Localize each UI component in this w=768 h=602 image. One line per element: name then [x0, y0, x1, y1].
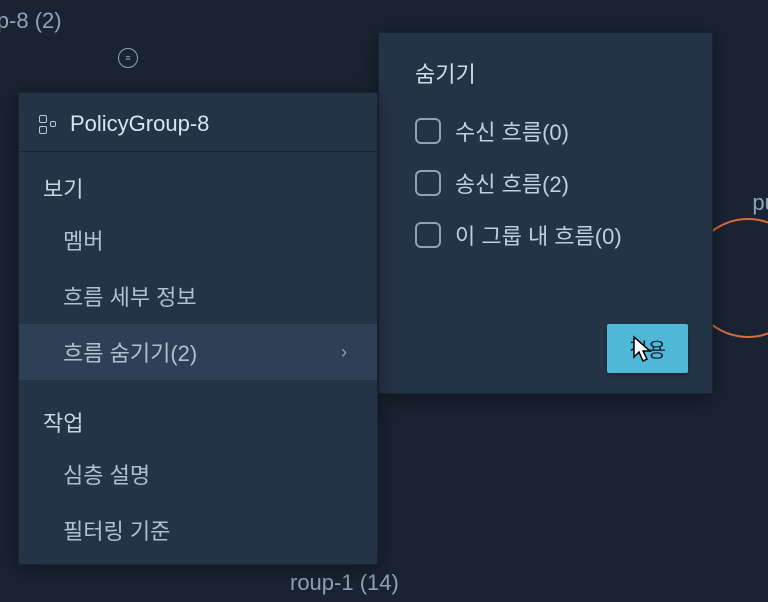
document-icon: ≡ [118, 48, 138, 68]
menu-section-title: 보기 [19, 164, 377, 212]
chevron-right-icon: › [341, 342, 347, 363]
menu-section-view: 보기 멤버 흐름 세부 정보 흐름 숨기기(2) › [19, 152, 377, 386]
menu-item-label: 필터링 기준 [63, 514, 170, 546]
checkbox-icon [415, 118, 441, 144]
background-node-label: roup-1 (14) [290, 570, 399, 596]
checkbox-outgoing-flows[interactable]: 송신 흐름(2) [403, 157, 688, 209]
background-node-label: roup-8 (2) [0, 8, 62, 34]
background-node-label: put [752, 190, 768, 216]
menu-section-title: 작업 [19, 398, 377, 446]
checkbox-label: 송신 흐름(2) [455, 167, 569, 199]
context-menu-title: PolicyGroup-8 [70, 111, 209, 137]
checkbox-incoming-flows[interactable]: 수신 흐름(0) [403, 105, 688, 157]
menu-item-label: 심층 설명 [63, 458, 150, 490]
checkbox-label: 이 그룹 내 흐름(0) [455, 219, 622, 251]
menu-item-label: 흐름 숨기기(2) [63, 336, 197, 368]
menu-item-flow-details[interactable]: 흐름 세부 정보 [19, 268, 377, 324]
menu-item-filter-criteria[interactable]: 필터링 기준 [19, 502, 377, 558]
menu-item-deep-description[interactable]: 심층 설명 [19, 446, 377, 502]
submenu-title: 숨기기 [403, 57, 688, 89]
checkbox-icon [415, 222, 441, 248]
menu-item-members[interactable]: 멤버 [19, 212, 377, 268]
hide-flows-submenu: 숨기기 수신 흐름(0) 송신 흐름(2) 이 그룹 내 흐름(0) 적용 [378, 32, 713, 394]
menu-section-actions: 작업 심층 설명 필터링 기준 [19, 386, 377, 564]
checkbox-icon [415, 170, 441, 196]
apply-button[interactable]: 적용 [607, 324, 688, 373]
group-icon [39, 115, 56, 134]
checkbox-label: 수신 흐름(0) [455, 115, 569, 147]
checkbox-internal-flows[interactable]: 이 그룹 내 흐름(0) [403, 209, 688, 261]
context-menu-header: PolicyGroup-8 [19, 93, 377, 152]
context-menu: PolicyGroup-8 보기 멤버 흐름 세부 정보 흐름 숨기기(2) ›… [18, 92, 378, 565]
menu-item-label: 멤버 [63, 224, 103, 256]
menu-item-hide-flows[interactable]: 흐름 숨기기(2) › [19, 324, 377, 380]
menu-item-label: 흐름 세부 정보 [63, 280, 197, 312]
